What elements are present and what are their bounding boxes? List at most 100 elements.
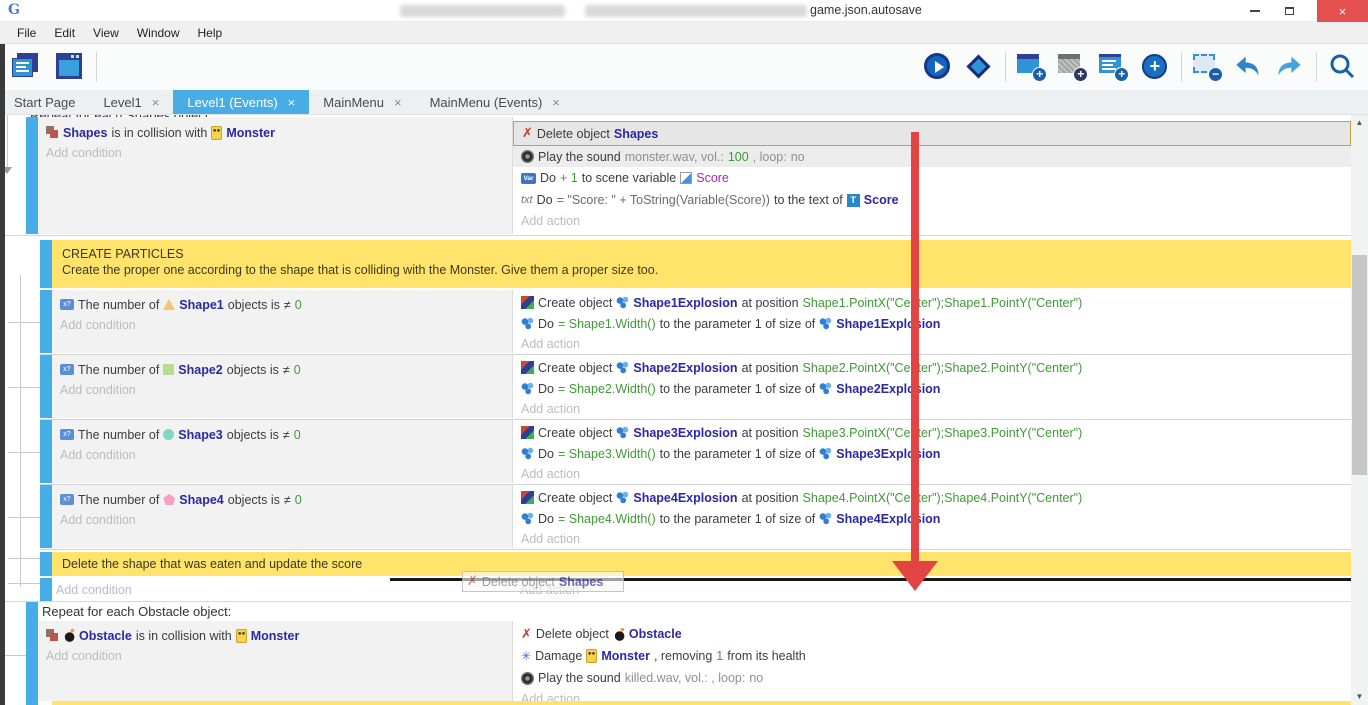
add-condition-link[interactable]: Add condition xyxy=(52,445,512,465)
expression-text: Shape1.PointX("Center");Shape1.PointY("C… xyxy=(803,296,1083,310)
tab-close-icon[interactable]: × xyxy=(394,95,402,110)
add-condition-link[interactable]: Add condition xyxy=(52,380,512,400)
debug-icon[interactable] xyxy=(964,52,994,82)
vertical-scrollbar[interactable]: ▲ ▼ xyxy=(1351,115,1368,705)
subevent1-conditions-cell[interactable]: x? The number of Shape1 objects is ≠ 0 A… xyxy=(52,290,512,353)
tree-guide xyxy=(7,115,8,167)
comment-text: Delete the shape that was eaten and upda… xyxy=(52,552,1351,571)
add-action-link[interactable]: Add action xyxy=(513,529,1351,549)
add-condition-link[interactable]: Add condition xyxy=(52,510,512,530)
add-comment-icon[interactable]: + xyxy=(1099,52,1129,82)
condition-row[interactable]: x? The number of Shape2 objects is ≠ 0 xyxy=(52,359,512,380)
toolbar-separator xyxy=(1181,52,1182,82)
tab-close-icon[interactable]: × xyxy=(288,95,296,110)
add-condition-link[interactable]: Add condition xyxy=(52,315,512,335)
tab-mainmenu-events[interactable]: MainMenu (Events)× xyxy=(416,90,574,114)
action-row-set-size[interactable]: Do = Shape4.Width() to the parameter 1 o… xyxy=(513,508,1351,529)
condition-row[interactable]: x? The number of Shape1 objects is ≠ 0 xyxy=(52,294,512,315)
condition-row[interactable]: x? The number of Shape3 objects is ≠ 0 xyxy=(52,424,512,445)
condition-row[interactable]: x? The number of Shape4 objects is ≠ 0 xyxy=(52,489,512,510)
object-link: Shape4 xyxy=(179,493,223,507)
add-action-link[interactable]: Add action xyxy=(513,334,1351,354)
add-subevent-icon[interactable]: + xyxy=(1058,52,1088,82)
add-condition-link[interactable]: Add condition xyxy=(38,143,512,163)
action-row-delete-obstacle[interactable]: ✗ Delete object Obstacle xyxy=(513,623,1351,645)
action-row-create-object[interactable]: Create object Shape3Explosion at positio… xyxy=(513,422,1351,443)
tab-label: Level1 (Events) xyxy=(187,95,277,110)
ghost-text: Delete object xyxy=(482,575,555,589)
undo-icon[interactable] xyxy=(1234,52,1264,82)
object-link: Shape2Explosion xyxy=(836,382,940,396)
event1-actions-cell[interactable]: ✗ Delete object Shapes Play the sound mo… xyxy=(512,117,1351,234)
action-row-damage-monster[interactable]: ✳ Damage Monster , removing 1 from its h… xyxy=(513,645,1351,667)
particles-icon xyxy=(616,426,629,439)
subevent3-actions-cell[interactable]: Create object Shape3Explosion at positio… xyxy=(512,420,1351,483)
menu-view[interactable]: View xyxy=(84,22,128,44)
action-row-delete-shapes[interactable]: ✗ Delete object Shapes xyxy=(513,121,1351,146)
action-row-create-object[interactable]: Create object Shape4Explosion at positio… xyxy=(513,487,1351,508)
create-object-icon xyxy=(521,361,534,374)
tab-close-icon[interactable]: × xyxy=(552,95,560,110)
collision-icon xyxy=(46,126,59,139)
event2-repeat-header[interactable]: Repeat for each Obstacle object: xyxy=(42,604,231,619)
add-event-icon[interactable]: + xyxy=(1017,52,1047,82)
add-action-link[interactable]: Add action xyxy=(513,399,1351,419)
action-text: Do xyxy=(540,171,556,185)
tab-mainmenu[interactable]: MainMenu× xyxy=(309,90,415,114)
action-row-create-object[interactable]: Create object Shape2Explosion at positio… xyxy=(513,357,1351,378)
event2-actions-cell[interactable]: ✗ Delete object Obstacle ✳ Damage Monste… xyxy=(512,621,1351,705)
comment-delete-shape[interactable]: Delete the shape that was eaten and upda… xyxy=(52,552,1351,576)
minimize-button[interactable] xyxy=(1238,0,1272,22)
tab-level1[interactable]: Level1× xyxy=(89,90,173,114)
event2-conditions-cell[interactable]: Obstacle is in collision with Monster Ad… xyxy=(38,621,512,701)
preview-play-icon[interactable] xyxy=(923,52,953,82)
tab-level1-events[interactable]: Level1 (Events) × xyxy=(173,90,309,114)
project-manager-icon[interactable] xyxy=(12,53,42,81)
menu-edit[interactable]: Edit xyxy=(45,22,84,44)
tab-close-icon[interactable]: × xyxy=(152,95,160,110)
action-row-set-size[interactable]: Do = Shape1.Width() to the parameter 1 o… xyxy=(513,313,1351,334)
monster-icon xyxy=(236,629,247,643)
scroll-down-icon[interactable]: ▼ xyxy=(1351,689,1368,705)
subevent4-actions-cell[interactable]: Create object Shape4Explosion at positio… xyxy=(512,485,1351,548)
action-row-play-sound[interactable]: Play the sound monster.wav, vol.: 100 , … xyxy=(513,146,1351,167)
start-page-icon[interactable] xyxy=(54,53,84,81)
add-action-link[interactable]: Add action xyxy=(513,464,1351,484)
add-special-event-icon[interactable]: + xyxy=(1140,52,1170,82)
scroll-up-icon[interactable]: ▲ xyxy=(1351,115,1368,131)
expression-text: = "Score: " + ToString(Variable(Score)) xyxy=(557,193,770,207)
subevent4-conditions-cell[interactable]: x? The number of Shape4 objects is ≠ 0 A… xyxy=(52,485,512,548)
add-condition-link[interactable]: Add condition xyxy=(38,646,512,666)
scrollbar-thumb[interactable] xyxy=(1352,255,1367,475)
action-row-score-text[interactable]: txt Do = "Score: " + ToString(Variable(S… xyxy=(513,189,1351,211)
add-action-link[interactable]: Add action xyxy=(513,211,1351,231)
action-row-scene-variable[interactable]: Var Do + 1 to scene variable Score xyxy=(513,167,1351,189)
action-text: from its health xyxy=(727,649,806,663)
action-row-set-size[interactable]: Do = Shape3.Width() to the parameter 1 o… xyxy=(513,443,1351,464)
event1-conditions-cell[interactable]: Shapes is in collision with Monster Add … xyxy=(38,117,512,234)
comment-create-particles[interactable]: CREATE PARTICLES Create the proper one a… xyxy=(52,240,1351,288)
restore-button[interactable] xyxy=(1272,0,1306,22)
object-count-icon: x? xyxy=(60,364,74,375)
tab-start-page[interactable]: Start Page xyxy=(0,90,89,114)
action-row-play-sound[interactable]: Play the sound killed.wav, vol.: , loop:… xyxy=(513,667,1351,689)
subevent2-conditions-cell[interactable]: x? The number of Shape2 objects is ≠ 0 A… xyxy=(52,355,512,418)
tree-guide xyxy=(8,517,40,518)
monster-icon xyxy=(211,126,222,140)
subevent3-conditions-cell[interactable]: x? The number of Shape3 objects is ≠ 0 A… xyxy=(52,420,512,483)
action-row-set-size[interactable]: Do = Shape2.Width() to the parameter 1 o… xyxy=(513,378,1351,399)
add-condition-link[interactable]: Add condition xyxy=(48,580,132,600)
action-row-create-object[interactable]: Create object Shape1Explosion at positio… xyxy=(513,292,1351,313)
condition-row[interactable]: Shapes is in collision with Monster xyxy=(38,122,512,143)
value-text: 0 xyxy=(294,363,301,377)
subevent1-actions-cell[interactable]: Create object Shape1Explosion at positio… xyxy=(512,290,1351,353)
subevent2-actions-cell[interactable]: Create object Shape2Explosion at positio… xyxy=(512,355,1351,418)
condition-row[interactable]: Obstacle is in collision with Monster xyxy=(38,625,512,646)
search-icon[interactable] xyxy=(1328,52,1358,82)
menu-window[interactable]: Window xyxy=(128,22,189,44)
redo-icon[interactable] xyxy=(1275,52,1305,82)
menu-help[interactable]: Help xyxy=(189,22,232,44)
close-button[interactable]: × xyxy=(1317,0,1368,22)
delete-event-icon[interactable]: − xyxy=(1193,52,1223,82)
menu-file[interactable]: File xyxy=(8,22,45,44)
